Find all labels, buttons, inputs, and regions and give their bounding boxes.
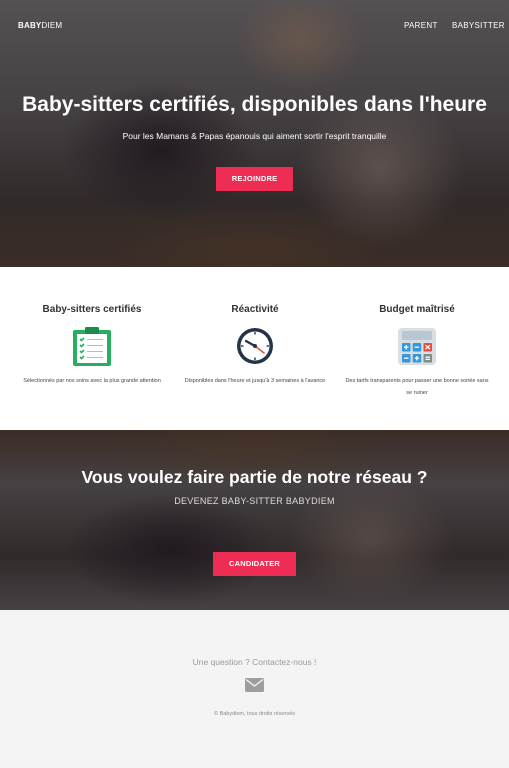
copyright-text: © Babydiem, tous droits réservés: [213, 711, 296, 717]
feature-title: Budget maîtrisé: [379, 304, 455, 315]
nav-link-babysitter[interactable]: BABYSITTER: [452, 21, 505, 30]
clock-icon: [237, 328, 273, 364]
logo-light-text: DIEM: [41, 21, 63, 30]
feature-description: Sélectionnés par nos soins avec la plus …: [23, 378, 161, 384]
logo[interactable]: BABYDIEM: [18, 21, 62, 30]
nav-link-parent[interactable]: PARENT: [404, 21, 438, 30]
feature-description: Des tarifs transparents pour passer une …: [345, 378, 489, 396]
recruit-banner: Vous voulez faire partie de notre réseau…: [0, 430, 509, 610]
calculator-icon: [398, 328, 436, 365]
envelope-icon[interactable]: [245, 678, 264, 692]
features-section: Baby-sitters certifiés Sélectionnés par …: [0, 267, 509, 430]
contact-link[interactable]: Une question ? Contactez-nous !: [0, 657, 509, 667]
feature-title: Baby-sitters certifiés: [42, 304, 142, 315]
banner-subtitle: DEVENEZ BABY-SITTER BABYDIEM: [174, 496, 335, 506]
feature-title: Réactivité: [231, 304, 279, 315]
footer: Une question ? Contactez-nous ! © Babydi…: [0, 610, 509, 768]
feature-description: Disponibles dans l'heure et jusqu'à 3 se…: [184, 378, 326, 384]
join-button[interactable]: REJOINDRE: [216, 167, 293, 191]
top-nav: BABYDIEM PARENT BABYSITTER: [0, 0, 509, 52]
clipboard-check-icon: [73, 327, 111, 366]
hero-title: Baby-sitters certifiés, disponibles dans…: [22, 93, 487, 116]
banner-title: Vous voulez faire partie de notre réseau…: [81, 467, 428, 487]
apply-button[interactable]: CANDIDATER: [213, 552, 296, 576]
hero-section: BABYDIEM PARENT BABYSITTER Baby-sitters …: [0, 0, 509, 267]
logo-bold-text: BABY: [18, 21, 42, 30]
hero-subtitle: Pour les Mamans & Papas épanouis qui aim…: [122, 131, 387, 141]
